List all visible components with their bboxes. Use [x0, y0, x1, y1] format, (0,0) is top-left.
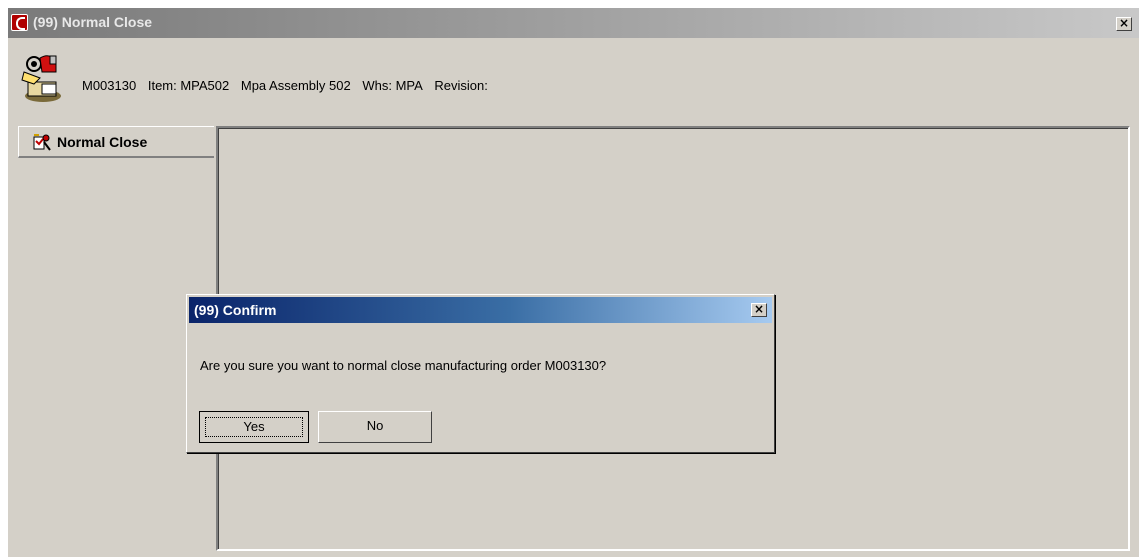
normal-close-icon [33, 134, 51, 151]
yes-button[interactable]: Yes [199, 411, 309, 443]
order-info-bar: M003130 Item: MPA502 Mpa Assembly 502 Wh… [8, 38, 1139, 118]
window-title: (99) Normal Close [33, 14, 153, 30]
dialog-title-bar[interactable]: (99) Confirm × [189, 297, 772, 323]
order-description: Mpa Assembly 502 [240, 78, 351, 93]
order-number: M003130 [82, 78, 137, 93]
window-close-button[interactable]: × [1116, 17, 1132, 31]
order-item: Item: MPA502 [147, 78, 230, 93]
tab-normal-close[interactable]: Normal Close [18, 126, 214, 158]
order-summary: M003130 Item: MPA502 Mpa Assembly 502 Wh… [82, 78, 496, 93]
manufacturing-order-icon [21, 55, 61, 102]
app-logo-icon [11, 14, 28, 31]
order-warehouse: Whs: MPA [362, 78, 423, 93]
no-button[interactable]: No [318, 411, 432, 443]
dialog-close-button[interactable]: × [751, 303, 767, 317]
confirm-dialog: (99) Confirm × Are you sure you want to … [186, 294, 775, 453]
title-bar[interactable]: (99) Normal Close × [8, 8, 1139, 38]
dialog-message: Are you sure you want to normal close ma… [200, 358, 607, 373]
dialog-title: (99) Confirm [194, 302, 277, 318]
order-revision: Revision: [434, 78, 488, 93]
main-window: (99) Normal Close × M003130 Item: MPA502… [8, 8, 1139, 557]
tab-label: Normal Close [57, 134, 148, 150]
yes-button-label: Yes [205, 417, 303, 437]
